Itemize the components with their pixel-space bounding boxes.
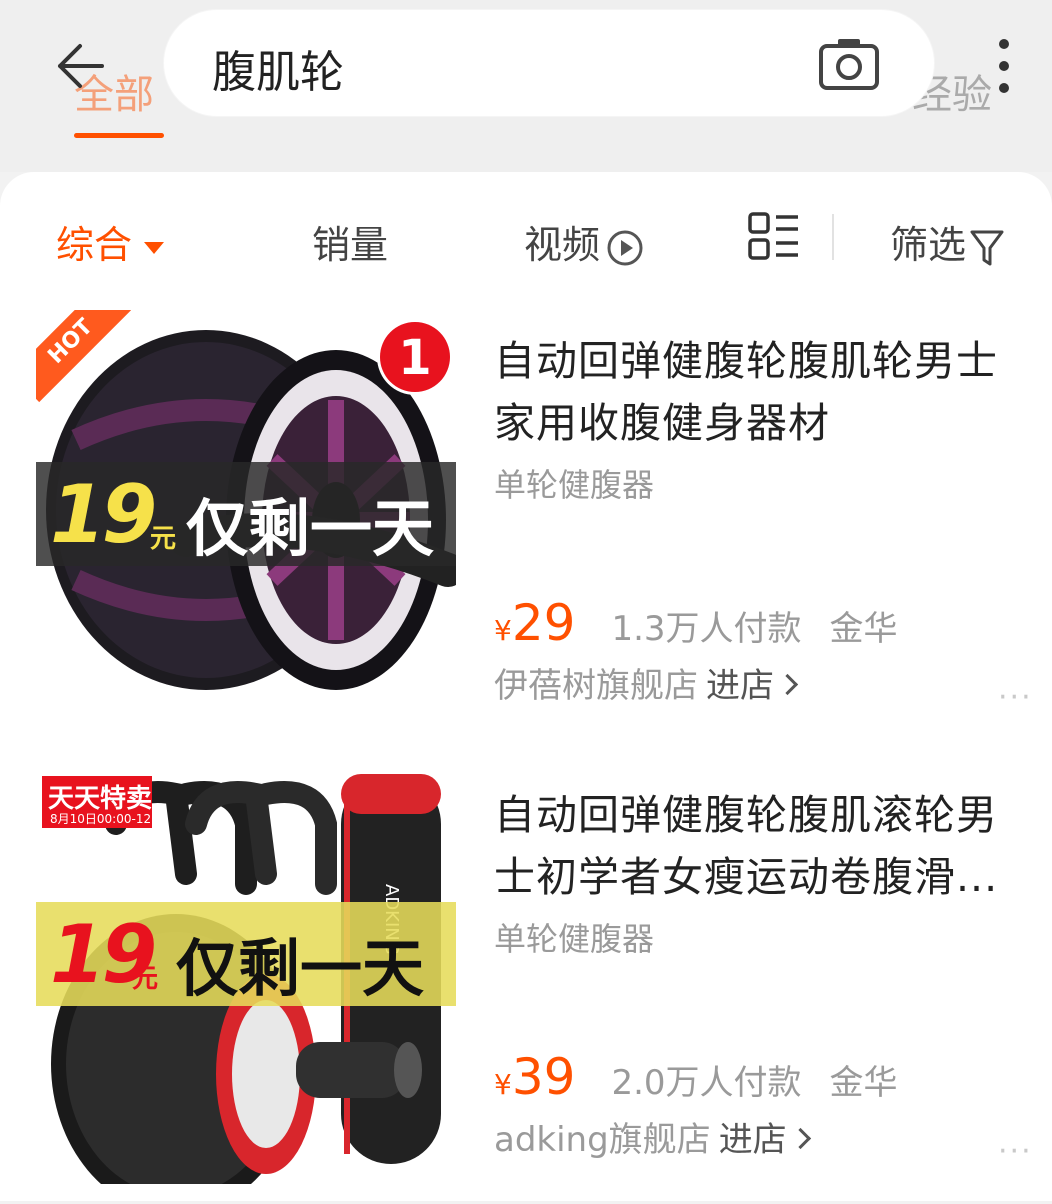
play-icon: [607, 230, 643, 265]
product-title[interactable]: 自动回弹健腹轮腹肌轮男士家用收腹健身器材: [494, 330, 1014, 454]
promo-text: 仅剩一天: [176, 932, 425, 1005]
daily-deal-badge: 天天特卖 8月10日00:00-12日23:59: [42, 776, 152, 843]
enter-store-link[interactable]: 进店: [706, 666, 774, 706]
rank-badge: 1: [380, 322, 450, 392]
store-name[interactable]: 伊蓓树旗舰店: [494, 666, 698, 706]
sort-video[interactable]: 视频: [524, 214, 644, 269]
sort-comprehensive[interactable]: 综合: [56, 214, 165, 269]
product-title[interactable]: 自动回弹健腹轮腹肌滚轮男士初学者女瘦运动卷腹滑...: [494, 784, 1014, 908]
store-row[interactable]: 伊蓓树旗舰店 进店: [494, 658, 799, 707]
more-options-icon[interactable]: [994, 36, 1014, 96]
card-more-icon[interactable]: ···: [998, 1134, 1033, 1169]
deal-date: 8月10日00:00-12日23:59: [50, 812, 152, 843]
product-image[interactable]: HOT 1 19 元 仅剩一天: [36, 310, 456, 730]
promo-unit: 元: [150, 524, 177, 554]
camera-icon[interactable]: [818, 36, 880, 92]
sort-video-label: 视频: [524, 223, 601, 267]
price-row: ¥39 2.0万人付款 金华: [494, 1048, 898, 1108]
currency-symbol: ¥: [494, 614, 512, 647]
promo-banner: 19 元 仅剩一天: [36, 902, 456, 1006]
sort-filter-bar: 综合 销量 视频 筛选: [0, 172, 1052, 302]
currency-symbol: ¥: [494, 1068, 512, 1101]
filter-label: 筛选: [890, 223, 967, 267]
promo-price: 19: [50, 468, 157, 561]
chevron-right-icon: [789, 1127, 811, 1150]
store-name[interactable]: adking旗舰店: [494, 1120, 711, 1160]
product-image[interactable]: ADKING 天天特卖 8月10日00:00-12日23:59 19 元 仅剩一…: [36, 764, 456, 1184]
product-tag: 单轮健腹器: [494, 920, 655, 958]
search-bar[interactable]: 腹肌轮: [164, 10, 934, 116]
tab-active-indicator: [74, 133, 164, 138]
search-input[interactable]: 腹肌轮: [212, 36, 344, 100]
sort-sales[interactable]: 销量: [312, 214, 388, 269]
product-price: 39: [511, 1048, 576, 1106]
filter-button[interactable]: 筛选: [890, 214, 1004, 269]
promo-unit: 元: [132, 964, 159, 994]
filter-divider: [832, 214, 834, 260]
results-panel: 综合 销量 视频 筛选 HOT 1 19 元 仅剩一天 自动回弹健腹轮腹肌轮男士…: [0, 172, 1052, 1201]
card-more-icon[interactable]: ···: [998, 680, 1033, 715]
price-row: ¥29 1.3万人付款 金华: [494, 594, 898, 654]
caret-down-icon: [144, 241, 165, 254]
search-header: 全部 经验 腹肌轮: [0, 0, 1052, 172]
product-card[interactable]: ADKING 天天特卖 8月10日00:00-12日23:59 19 元 仅剩一…: [0, 764, 1052, 1204]
product-price: 29: [511, 594, 576, 652]
product-tag: 单轮健腹器: [494, 466, 655, 504]
sold-count: 1.3万人付款: [611, 609, 802, 649]
promo-banner: 19 元 仅剩一天: [36, 462, 456, 566]
back-arrow-icon[interactable]: [50, 36, 110, 96]
product-card[interactable]: HOT 1 19 元 仅剩一天 自动回弹健腹轮腹肌轮男士家用收腹健身器材 单轮健…: [0, 310, 1052, 750]
promo-text: 仅剩一天: [186, 492, 435, 565]
chevron-right-icon: [776, 673, 799, 696]
funnel-icon: [970, 230, 1004, 265]
product-location: 金华: [829, 1063, 898, 1103]
list-layout-icon[interactable]: [748, 212, 800, 260]
store-row[interactable]: adking旗舰店 进店: [494, 1112, 811, 1161]
sort-comprehensive-label: 综合: [56, 223, 133, 267]
enter-store-link[interactable]: 进店: [719, 1120, 787, 1160]
product-location: 金华: [829, 609, 898, 649]
sold-count: 2.0万人付款: [611, 1063, 802, 1103]
